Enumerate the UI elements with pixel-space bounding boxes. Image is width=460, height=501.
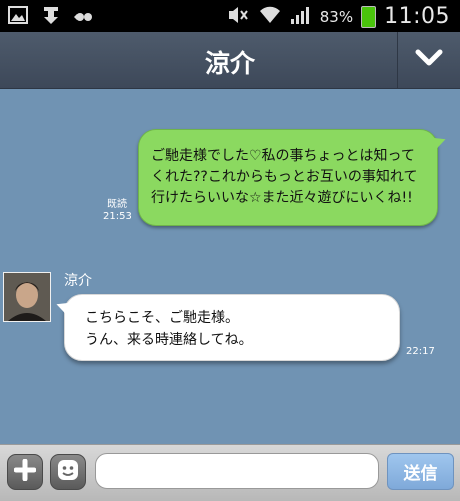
- chevron-down-icon: [415, 49, 443, 71]
- sent-message-line: くれた??これからもっとお互いの事知れて: [151, 169, 418, 185]
- received-timestamp: 22:17: [406, 346, 435, 357]
- sent-message-bubble[interactable]: ご馳走様でした♡私の事ちょっとは知って くれた??これからもっとお互いの事知れて…: [138, 129, 449, 226]
- bubble-tail: [427, 131, 449, 153]
- input-bar: 送信: [0, 444, 460, 501]
- download-icon: [42, 5, 60, 29]
- sticker-button[interactable]: [50, 454, 86, 490]
- received-message-line: うん、来る時連絡してね。: [85, 332, 253, 348]
- message-input[interactable]: [95, 453, 379, 489]
- signal-icon: [290, 5, 312, 29]
- plus-icon: [13, 458, 37, 485]
- chat-header: 涼介: [0, 32, 460, 89]
- clock: 11:05: [384, 4, 450, 29]
- read-receipt: 既読: [107, 199, 127, 210]
- menu-dropdown-button[interactable]: [397, 32, 460, 88]
- sent-message-line: ご馳走様でした♡私の事ちょっとは知って: [151, 148, 415, 164]
- battery-percent: 83%: [319, 7, 354, 26]
- wifi-icon: [258, 5, 282, 29]
- avatar[interactable]: [3, 272, 51, 322]
- sent-message-line: 行けたらいいな☆また近々遊びにいくね!!: [151, 190, 413, 206]
- received-message-line: こちらこそ、ご馳走様。: [85, 310, 239, 326]
- send-button[interactable]: 送信: [387, 453, 454, 490]
- smiley-icon: [56, 458, 80, 486]
- battery-icon: [361, 5, 377, 28]
- chat-area[interactable]: 既読 21:53 ご馳走様でした♡私の事ちょっとは知って くれた??これからもっ…: [0, 89, 460, 444]
- sync-icon: [74, 8, 94, 27]
- gallery-icon: [8, 6, 28, 28]
- add-button[interactable]: [7, 454, 43, 490]
- sender-name: 涼介: [64, 273, 92, 289]
- sent-timestamp: 21:53: [103, 211, 132, 222]
- received-message-bubble[interactable]: こちらこそ、ご馳走様。 うん、来る時連絡してね。: [53, 294, 400, 361]
- bubble-tail: [53, 296, 75, 318]
- status-bar: 83% 11:05: [0, 0, 460, 32]
- mute-icon: [226, 5, 250, 29]
- chat-title: 涼介: [204, 49, 255, 78]
